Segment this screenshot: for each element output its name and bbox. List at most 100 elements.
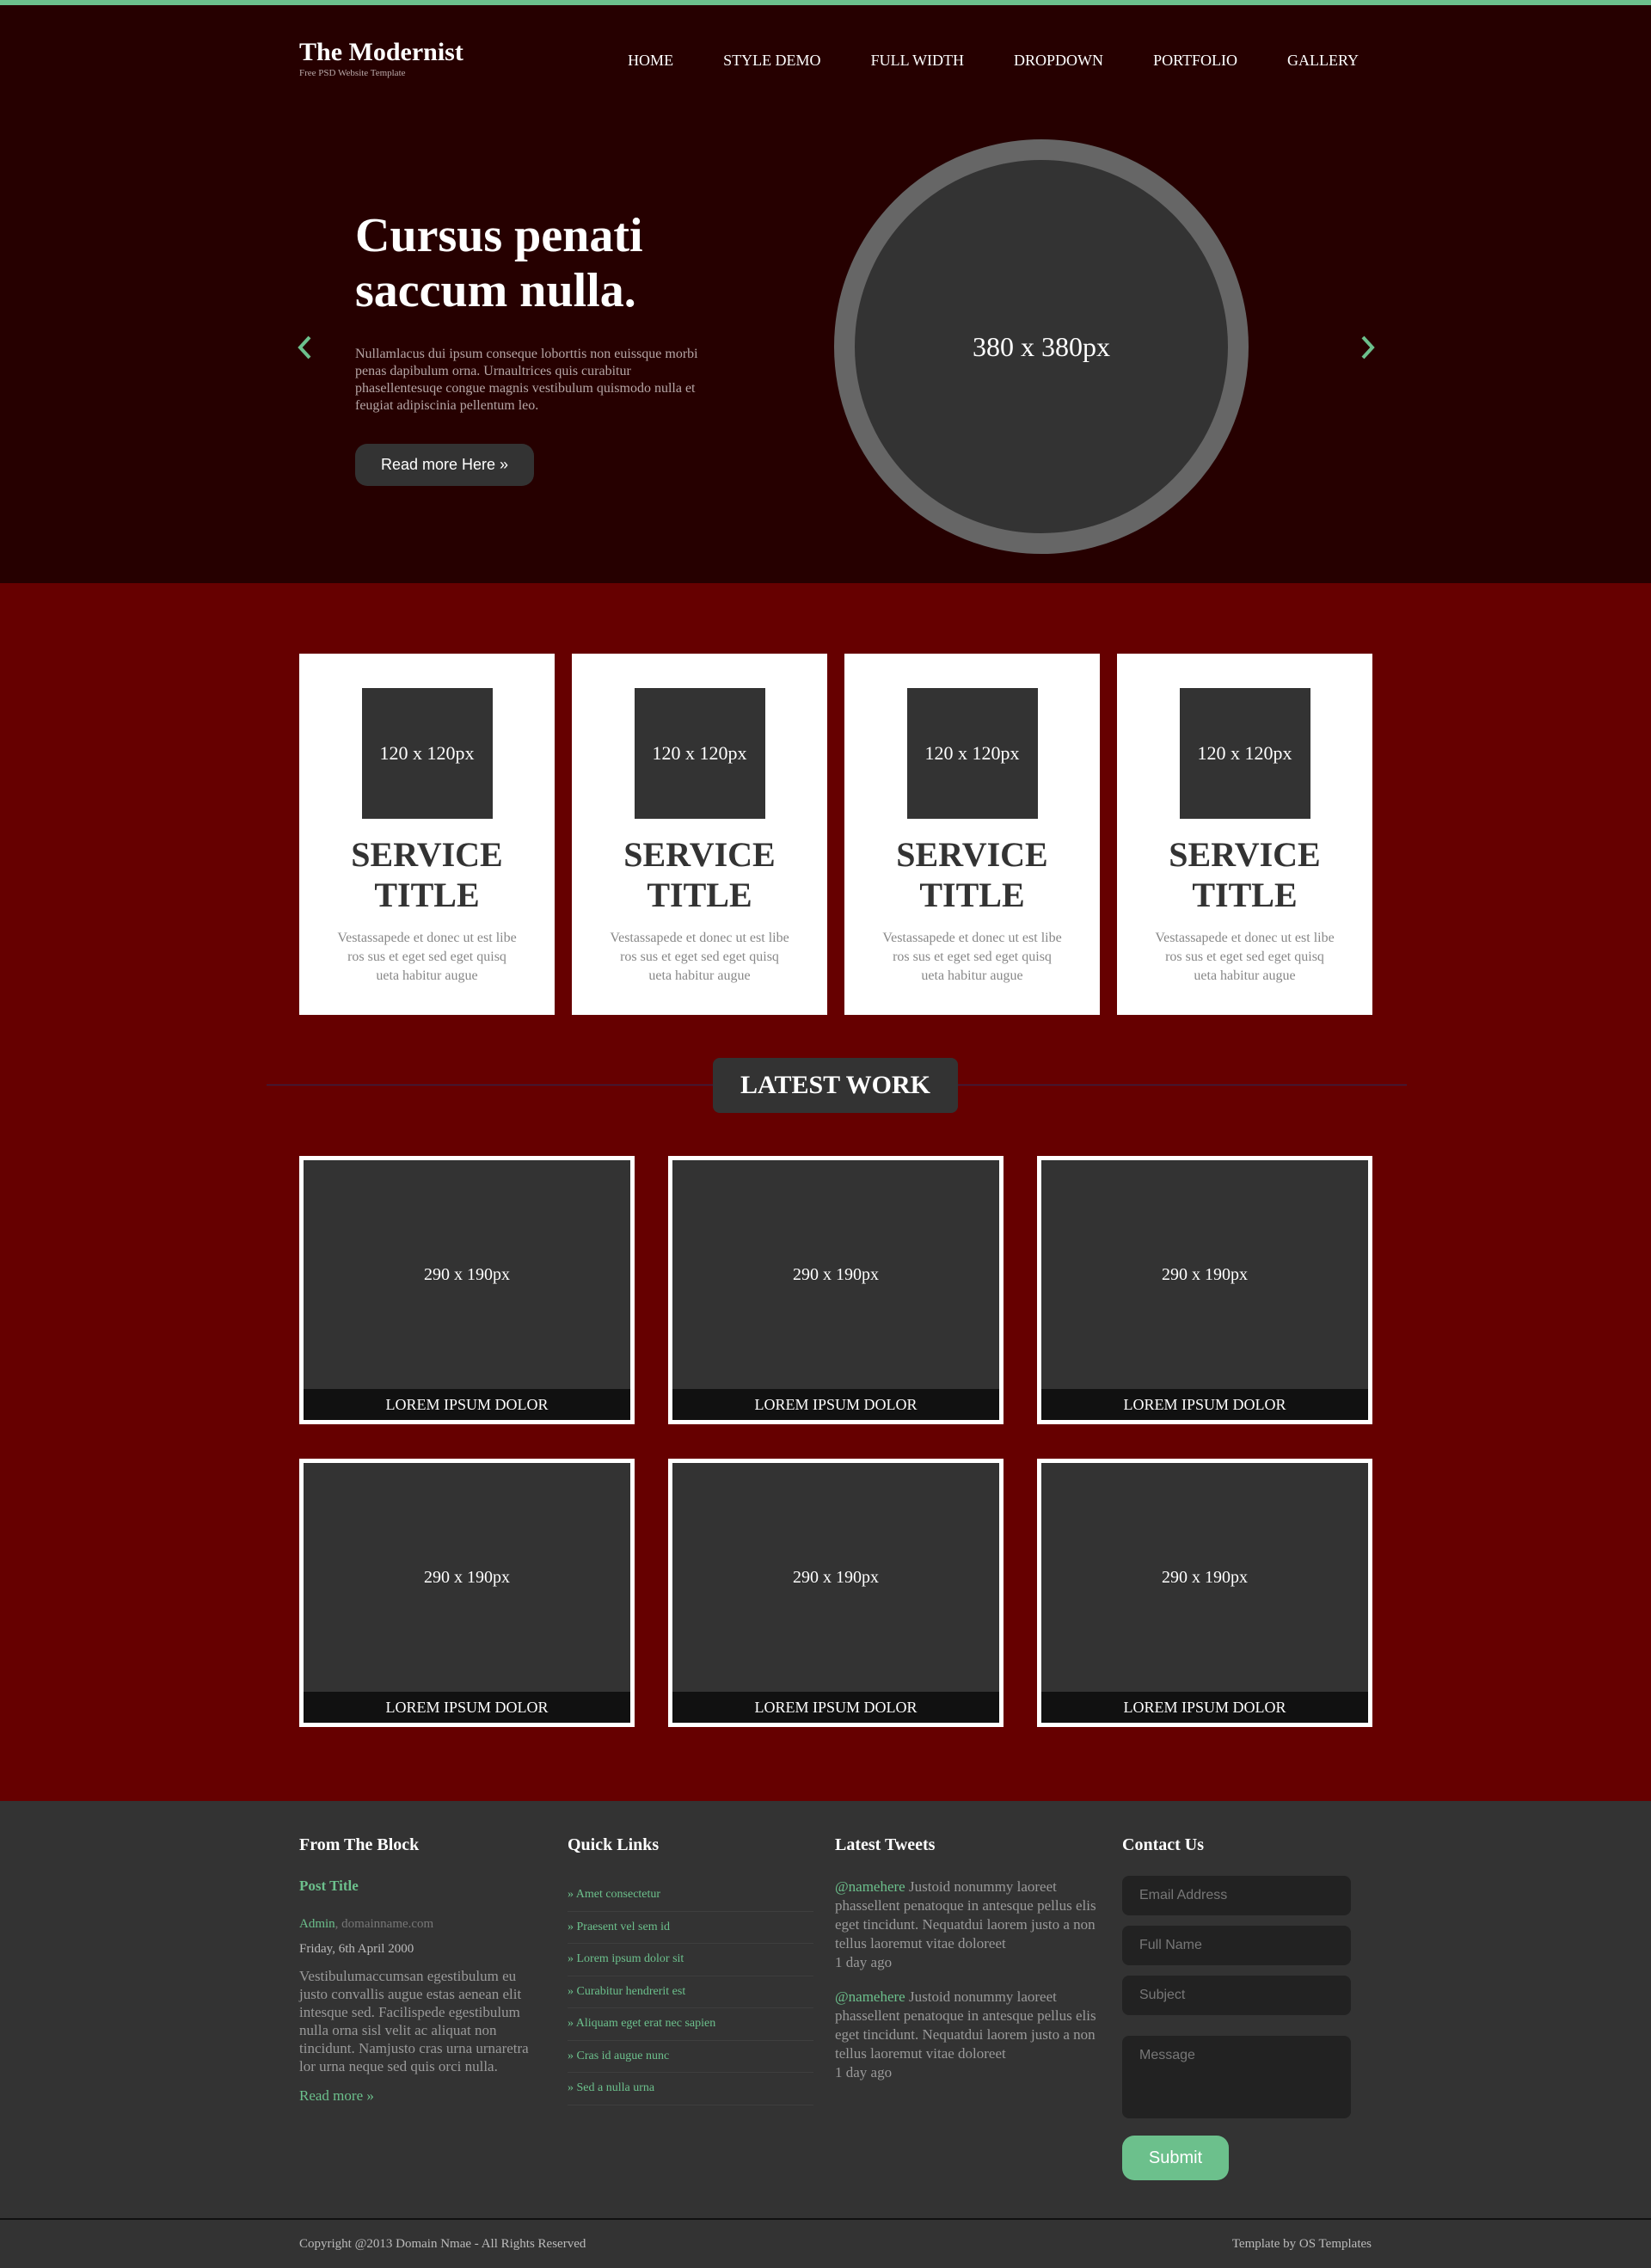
service-card: 120 x 120px SERVICE TITLE Vestassapede e… bbox=[1117, 654, 1372, 1015]
main-content: 120 x 120px SERVICE TITLE Vestassapede e… bbox=[0, 583, 1651, 1801]
quick-link[interactable]: » Lorem ipsum dolor sit bbox=[568, 1944, 813, 1976]
quick-links-list: » Amet consectetur » Praesent vel sem id… bbox=[568, 1879, 813, 2105]
tweet-item: @namehere Justoid nonummy laoreet phasse… bbox=[835, 1878, 1103, 1972]
footer-links-column: Quick Links » Amet consectetur » Praesen… bbox=[568, 1835, 813, 2105]
service-card: 120 x 120px SERVICE TITLE Vestassapede e… bbox=[844, 654, 1100, 1015]
service-thumbnail: 120 x 120px bbox=[1179, 688, 1310, 819]
work-item[interactable]: 290 x 190px LOREM IPSUM DOLOR bbox=[668, 1156, 1003, 1424]
chevron-left-icon bbox=[298, 335, 311, 360]
chevron-right-icon bbox=[1361, 335, 1375, 360]
quick-link[interactable]: » Cras id augue nunc bbox=[568, 2041, 813, 2073]
message-field[interactable] bbox=[1122, 2036, 1351, 2118]
contact-heading: Contact Us bbox=[1122, 1835, 1204, 1854]
copyright-bar: Copyright @2013 Domain Nmae - All Rights… bbox=[0, 2218, 1651, 2268]
tweets-heading: Latest Tweets bbox=[835, 1835, 936, 1854]
service-thumbnail-label: 120 x 120px bbox=[652, 742, 747, 764]
logo-tagline: Free PSD Website Template bbox=[299, 68, 406, 78]
service-card: 120 x 120px SERVICE TITLE Vestassapede e… bbox=[299, 654, 555, 1015]
slider-prev-arrow[interactable] bbox=[292, 330, 318, 365]
footer-blog-column: From The Block Post Title Admin, domainn… bbox=[299, 1835, 540, 2105]
blog-post-author[interactable]: Admin bbox=[299, 1917, 335, 1931]
blog-post-title[interactable]: Post Title bbox=[299, 1878, 540, 1895]
work-image-label: 290 x 190px bbox=[793, 1567, 879, 1587]
tweet-handle[interactable]: @namehere bbox=[835, 1988, 905, 2005]
work-item[interactable]: 290 x 190px LOREM IPSUM DOLOR bbox=[1037, 1459, 1372, 1727]
work-image-label: 290 x 190px bbox=[1162, 1264, 1248, 1284]
tweet-time: 1 day ago bbox=[835, 2064, 893, 2081]
latest-work-heading: LATEST WORK bbox=[713, 1058, 958, 1113]
hero-text: Nullamlacus dui ipsum conseque loborttis… bbox=[355, 347, 698, 413]
full-name-field[interactable] bbox=[1122, 1926, 1351, 1965]
copyright-text: Copyright @2013 Domain Nmae - All Rights… bbox=[299, 2237, 586, 2251]
slider-next-arrow[interactable] bbox=[1354, 330, 1380, 365]
blog-post-meta: Admin, domainname.com bbox=[299, 1917, 434, 1931]
service-card: 120 x 120px SERVICE TITLE Vestassapede e… bbox=[572, 654, 827, 1015]
blog-heading: From The Block bbox=[299, 1835, 420, 1854]
service-thumbnail-label: 120 x 120px bbox=[1197, 742, 1292, 764]
service-text: Vestassapede et donec ut est libe ros su… bbox=[1155, 931, 1335, 983]
work-caption: LOREM IPSUM DOLOR bbox=[1041, 1389, 1368, 1420]
hero-image-label: 380 x 380px bbox=[973, 330, 1110, 362]
service-text: Vestassapede et donec ut est libe ros su… bbox=[337, 931, 517, 983]
service-text: Vestassapede et donec ut est libe ros su… bbox=[610, 931, 789, 983]
hero-image-placeholder: 380 x 380px bbox=[834, 139, 1249, 554]
nav-gallery[interactable]: GALLERY bbox=[1287, 52, 1359, 70]
work-item[interactable]: 290 x 190px LOREM IPSUM DOLOR bbox=[668, 1459, 1003, 1727]
footer-contact-column: Contact Us Submit bbox=[1122, 1835, 1351, 2180]
service-thumbnail: 120 x 120px bbox=[361, 688, 493, 819]
quick-link[interactable]: » Praesent vel sem id bbox=[568, 1912, 813, 1944]
quick-links-heading: Quick Links bbox=[568, 1835, 660, 1854]
nav-home[interactable]: HOME bbox=[628, 52, 673, 70]
work-image-label: 290 x 190px bbox=[1162, 1567, 1248, 1587]
service-title: SERVICE TITLE bbox=[351, 835, 503, 914]
service-thumbnail-label: 120 x 120px bbox=[924, 742, 1020, 764]
tweet-handle[interactable]: @namehere bbox=[835, 1878, 905, 1895]
template-credit[interactable]: Template by OS Templates bbox=[1232, 2237, 1372, 2252]
main-nav: HOME STYLE DEMO FULL WIDTH DROPDOWN PORT… bbox=[578, 52, 1359, 70]
footer-tweets-column: Latest Tweets @namehere Justoid nonummy … bbox=[835, 1835, 1103, 2082]
hero-title: Cursus penati saccum nulla. bbox=[355, 209, 643, 317]
work-item[interactable]: 290 x 190px LOREM IPSUM DOLOR bbox=[299, 1156, 635, 1424]
work-image-label: 290 x 190px bbox=[424, 1567, 510, 1587]
service-title: SERVICE TITLE bbox=[1169, 835, 1321, 914]
email-field[interactable] bbox=[1122, 1876, 1351, 1915]
tweet-item: @namehere Justoid nonummy laoreet phasse… bbox=[835, 1988, 1103, 2082]
tweet-time: 1 day ago bbox=[835, 1954, 893, 1970]
work-caption: LOREM IPSUM DOLOR bbox=[304, 1389, 630, 1420]
work-caption: LOREM IPSUM DOLOR bbox=[672, 1389, 999, 1420]
service-title: SERVICE TITLE bbox=[623, 835, 776, 914]
nav-portfolio[interactable]: PORTFOLIO bbox=[1153, 52, 1237, 70]
service-thumbnail: 120 x 120px bbox=[634, 688, 765, 819]
services-row: 120 x 120px SERVICE TITLE Vestassapede e… bbox=[299, 654, 1372, 1015]
blog-post-date: Friday, 6th April 2000 bbox=[299, 1942, 414, 1956]
blog-post-domain[interactable]: domainname.com bbox=[341, 1917, 433, 1931]
logo-title: The Modernist bbox=[299, 38, 463, 66]
work-item[interactable]: 290 x 190px LOREM IPSUM DOLOR bbox=[1037, 1156, 1372, 1424]
nav-dropdown[interactable]: DROPDOWN bbox=[1014, 52, 1103, 70]
site-header: The Modernist Free PSD Website Template … bbox=[0, 5, 1651, 583]
work-item[interactable]: 290 x 190px LOREM IPSUM DOLOR bbox=[299, 1459, 635, 1727]
read-more-button[interactable]: Read more Here » bbox=[355, 444, 535, 486]
submit-button[interactable]: Submit bbox=[1122, 2136, 1229, 2180]
quick-link[interactable]: » Curabitur hendrerit est bbox=[568, 1976, 813, 2008]
work-image-label: 290 x 190px bbox=[424, 1264, 510, 1284]
work-caption: LOREM IPSUM DOLOR bbox=[1041, 1692, 1368, 1723]
quick-link[interactable]: » Aliquam eget erat nec sapien bbox=[568, 2008, 813, 2041]
latest-work-divider: LATEST WORK bbox=[267, 1058, 1407, 1113]
logo[interactable]: The Modernist Free PSD Website Template bbox=[299, 38, 463, 78]
service-thumbnail-label: 120 x 120px bbox=[379, 742, 475, 764]
work-caption: LOREM IPSUM DOLOR bbox=[304, 1692, 630, 1723]
nav-full-width[interactable]: FULL WIDTH bbox=[871, 52, 964, 70]
quick-link[interactable]: » Sed a nulla urna bbox=[568, 2073, 813, 2105]
quick-link[interactable]: » Amet consectetur bbox=[568, 1879, 813, 1912]
blog-post-body: Vestibulumaccumsan egestibulum eu justo … bbox=[299, 1968, 529, 2074]
latest-work-grid: 290 x 190px LOREM IPSUM DOLOR 290 x 190p… bbox=[299, 1156, 1372, 1727]
work-image-label: 290 x 190px bbox=[793, 1264, 879, 1284]
subject-field[interactable] bbox=[1122, 1976, 1351, 2015]
blog-read-more-link[interactable]: Read more » bbox=[299, 2087, 540, 2105]
work-caption: LOREM IPSUM DOLOR bbox=[672, 1692, 999, 1723]
site-footer: From The Block Post Title Admin, domainn… bbox=[0, 1801, 1651, 2218]
hero-content: Cursus penati saccum nulla. Nullamlacus … bbox=[355, 208, 699, 486]
service-title: SERVICE TITLE bbox=[896, 835, 1048, 914]
nav-style-demo[interactable]: STYLE DEMO bbox=[723, 52, 821, 70]
